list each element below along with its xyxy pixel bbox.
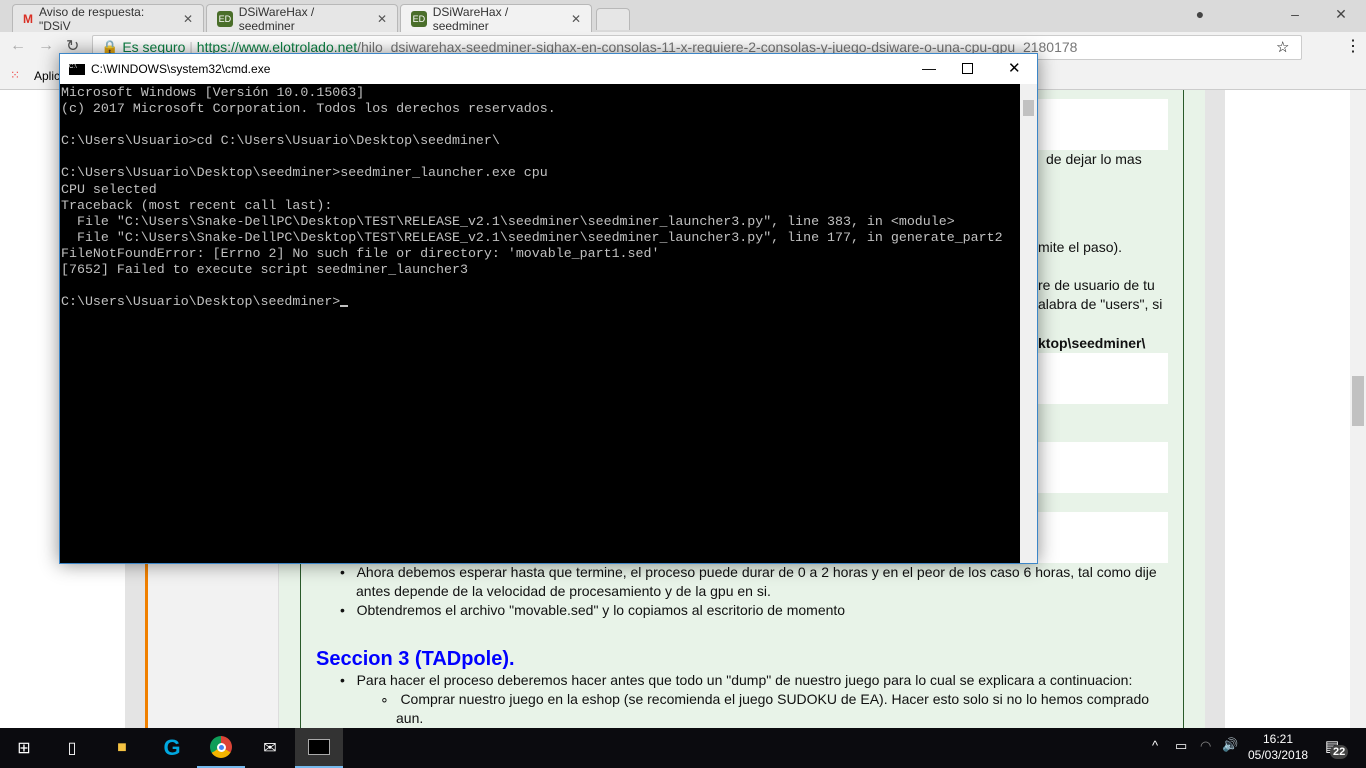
console-scrollbar[interactable]	[1020, 84, 1037, 563]
back-icon[interactable]: ←	[10, 37, 26, 55]
windows-start-icon[interactable]: ⊞	[0, 728, 48, 768]
file-explorer-icon[interactable]: ■	[98, 728, 146, 768]
console-line: File "C:\Users\Snake-DellPC\Desktop\TEST…	[61, 229, 1003, 245]
list-item: • Ahora debemos esperar hasta que termin…	[340, 564, 1157, 580]
mail-icon[interactable]: ✉	[246, 728, 294, 768]
browser-tab-bar: M Aviso de respuesta: "DSiV ✕ ED DSiWareHax…	[0, 0, 1366, 33]
volume-icon[interactable]: 🔊	[1222, 737, 1238, 753]
gmail-icon: M	[23, 11, 33, 26]
list-item: • Obtendremos el archivo "movable.sed" y…	[340, 602, 846, 618]
console-line: (c) 2017 Microsoft Corporation. Todos lo…	[61, 101, 556, 117]
wifi-icon[interactable]: ◠	[1200, 738, 1211, 754]
clock[interactable]: 16:21 05/03/2018	[1248, 731, 1308, 763]
tab-gmail[interactable]: M Aviso de respuesta: "DSiV ✕	[12, 4, 204, 33]
tab-seedminer-1[interactable]: ED DSiWareHax / seedminer ✕	[206, 4, 398, 33]
menu-icon[interactable]: ⋮	[1345, 36, 1361, 56]
console-line: C:\Users\Usuario\Desktop\seedminer>	[61, 294, 1021, 310]
close-tab-icon[interactable]: ✕	[571, 12, 581, 26]
maximize-button[interactable]	[962, 63, 973, 74]
console-line: C:\Users\Usuario>cd C:\Users\Usuario\Des…	[61, 133, 500, 149]
cursor	[340, 305, 349, 308]
scrollbar-thumb[interactable]	[1352, 376, 1364, 426]
profile-icon[interactable]: ●	[1178, 0, 1222, 28]
console-line: [7652] Failed to execute script seedmine…	[61, 262, 468, 278]
battery-icon[interactable]: ▭	[1175, 738, 1187, 754]
list-item: • Para hacer el proceso deberemos hacer …	[340, 672, 1133, 688]
close-tab-icon[interactable]: ✕	[183, 12, 193, 26]
console-line: Microsoft Windows [Versión 10.0.15063]	[61, 85, 365, 100]
console-line: File "C:\Users\Snake-DellPC\Desktop\TEST…	[61, 213, 955, 229]
taskbar: ⊞ ▯ ■ G ✉ ^ ▭ ◠ 🔊 16:2105/03/2018 ▤ 22	[0, 728, 1366, 768]
new-tab-button[interactable]	[596, 8, 630, 30]
eol-icon: ED	[411, 10, 427, 27]
cmd-taskbar-icon[interactable]	[295, 728, 343, 768]
console-line: CPU selected	[61, 181, 157, 197]
notification-badge: 22	[1330, 745, 1349, 759]
chrome-icon[interactable]	[197, 728, 245, 768]
forward-icon[interactable]: →	[38, 37, 54, 55]
tab-seedminer-active[interactable]: ED DSiWareHax / seedminer ✕	[400, 4, 592, 33]
star-icon[interactable]: ☆	[1276, 38, 1289, 56]
console-line: Traceback (most recent call last):	[61, 197, 333, 213]
close-button[interactable]: ✕	[1318, 0, 1364, 28]
page-scrollbar[interactable]	[1350, 90, 1366, 728]
list-item: ∘ Comprar nuestro juego en la eshop (se …	[380, 691, 1150, 707]
eol-icon: ED	[217, 10, 233, 27]
minimize-button[interactable]: —	[922, 60, 936, 76]
cmd-titlebar[interactable]: C:\ C:\WINDOWS\system32\cmd.exe — ✕	[60, 54, 1037, 84]
section-heading: Seccion 3 (TADpole).	[316, 648, 515, 670]
show-hidden-icons[interactable]: ^	[1152, 738, 1158, 753]
logitech-icon[interactable]: G	[148, 728, 196, 768]
console-output[interactable]: Microsoft Windows [Versión 10.0.15063] (c…	[60, 84, 1021, 563]
cmd-icon: C:\	[69, 63, 85, 75]
close-button[interactable]: ✕	[1008, 59, 1021, 77]
task-view-icon[interactable]: ▯	[48, 728, 96, 768]
close-tab-icon[interactable]: ✕	[377, 12, 387, 26]
apps-icon: ⁙	[10, 68, 21, 82]
apps-bookmark[interactable]: Aplic	[34, 69, 60, 83]
scrollbar-thumb[interactable]	[1023, 100, 1034, 116]
cmd-window[interactable]: C:\ C:\WINDOWS\system32\cmd.exe — ✕ Micr…	[59, 53, 1038, 564]
console-line: C:\Users\Usuario\Desktop\seedminer>seedm…	[61, 165, 548, 181]
minimize-button[interactable]: –	[1272, 0, 1318, 28]
console-line: FileNotFoundError: [Errno 2] No such fil…	[61, 245, 660, 261]
